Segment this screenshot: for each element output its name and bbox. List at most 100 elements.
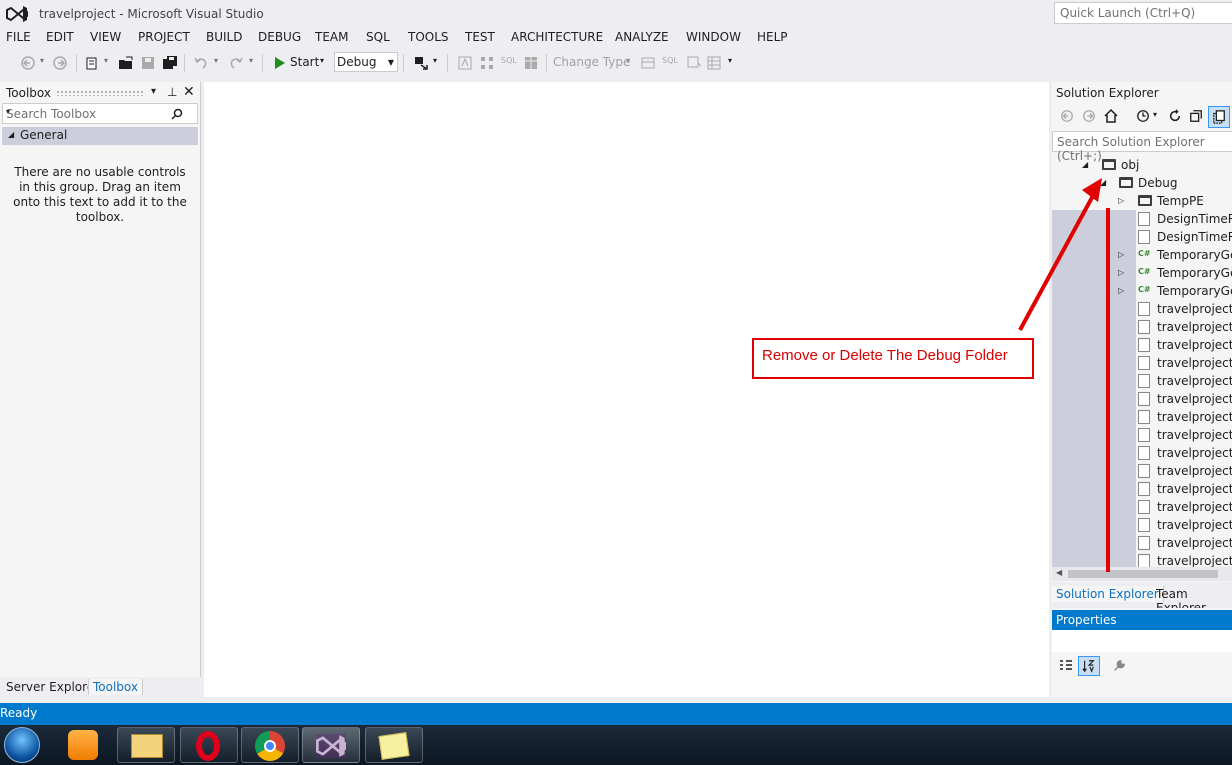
tree-item-label: travelproject.c: [1157, 392, 1232, 406]
menu-analyze[interactable]: ANALYZE: [615, 30, 669, 44]
file-icon: [1138, 500, 1150, 514]
grid-icon[interactable]: [479, 55, 495, 71]
sql-toolbar-label[interactable]: SQL: [501, 56, 517, 65]
refresh-icon[interactable]: [1168, 109, 1182, 123]
alphabetical-button[interactable]: [1078, 656, 1100, 676]
redo-dropdown-icon[interactable]: ▾: [249, 56, 253, 65]
back-icon[interactable]: [20, 55, 36, 71]
save-all-icon[interactable]: [162, 55, 178, 71]
tab-solution-explorer[interactable]: Solution Explorer: [1052, 586, 1164, 602]
file-icon: [1138, 410, 1150, 424]
properties-object-select[interactable]: [1052, 630, 1232, 652]
tree-item-label: travelproject.B: [1157, 338, 1232, 352]
start-button[interactable]: Start: [290, 55, 319, 69]
uc-browser-icon[interactable]: [58, 727, 110, 763]
panel-grip[interactable]: [56, 90, 144, 96]
sticky-notes-icon[interactable]: [365, 727, 423, 763]
right-panel-tabs: Solution Explorer Team Explorer: [1052, 584, 1232, 615]
quick-launch-input[interactable]: Quick Launch (Ctrl+Q): [1054, 2, 1232, 24]
properties-title: Properties: [1056, 613, 1117, 627]
collapse-all-icon[interactable]: [1189, 109, 1203, 123]
file-icon: [1138, 212, 1150, 226]
chrome-icon[interactable]: [241, 727, 299, 763]
file-icon: [1138, 320, 1150, 334]
menu-debug[interactable]: DEBUG: [258, 30, 301, 44]
save-icon[interactable]: [140, 55, 156, 71]
home-icon[interactable]: [1103, 108, 1119, 124]
change-type-button[interactable]: Change Type: [553, 55, 630, 69]
menu-team[interactable]: TEAM: [315, 30, 348, 44]
toolbar-separator: [76, 54, 77, 72]
back-dropdown-icon[interactable]: ▾: [40, 56, 44, 65]
menu-project[interactable]: PROJECT: [138, 30, 190, 44]
annotation-text: Remove or Delete The Debug Folder: [762, 347, 1008, 364]
redo-icon[interactable]: [228, 55, 244, 71]
schema-compare-icon[interactable]: [457, 55, 473, 71]
forward-icon[interactable]: [52, 55, 68, 71]
data-table-icon[interactable]: [706, 55, 722, 71]
show-all-files-button[interactable]: [1208, 106, 1230, 128]
open-file-icon[interactable]: [118, 55, 134, 71]
file-icon: [1138, 554, 1150, 567]
attach-process-icon[interactable]: [413, 55, 429, 71]
start-dropdown-icon[interactable]: ▾: [320, 56, 324, 65]
attach-dropdown-icon[interactable]: ▾: [433, 56, 437, 65]
file-icon: [1138, 392, 1150, 406]
file-icon: [1138, 356, 1150, 370]
left-panel-tabs: Server Explorer Toolbox: [0, 677, 201, 697]
menu-edit[interactable]: EDIT: [46, 30, 74, 44]
column-icon[interactable]: [640, 55, 656, 71]
categorized-icon[interactable]: [1058, 658, 1074, 674]
chevron-down-icon: ▼: [387, 58, 394, 67]
menu-help[interactable]: HELP: [757, 30, 788, 44]
menu-architecture[interactable]: ARCHITECTURE: [511, 30, 603, 44]
solution-explorer-toolbar: ▾: [1052, 106, 1232, 128]
sql-script-label[interactable]: SQL: [662, 56, 678, 65]
opera-icon[interactable]: [180, 727, 238, 763]
properties-title-bar[interactable]: Properties: [1052, 610, 1232, 630]
toolbar-separator: [184, 54, 185, 72]
toolbar-separator: [447, 54, 448, 72]
menu-build[interactable]: BUILD: [206, 30, 242, 44]
toolbox-group-general[interactable]: ◢ General: [2, 127, 198, 145]
menu-window[interactable]: WINDOW: [686, 30, 741, 44]
pin-icon[interactable]: ⊥: [167, 85, 177, 99]
table-icon[interactable]: [523, 55, 539, 71]
menu-view[interactable]: VIEW: [90, 30, 121, 44]
back-icon[interactable]: [1060, 109, 1074, 123]
toolbox-search-input[interactable]: Search Toolbox ▾: [2, 103, 198, 124]
panel-options-icon[interactable]: ▾: [151, 86, 156, 97]
search-options-icon[interactable]: ▾: [6, 107, 194, 116]
undo-icon[interactable]: [193, 55, 209, 71]
new-project-icon[interactable]: [84, 55, 100, 71]
file-icon: [1138, 446, 1150, 460]
close-icon[interactable]: ✕: [183, 84, 195, 100]
toolbar-separator: [403, 54, 404, 72]
pending-changes-icon[interactable]: [1136, 109, 1150, 123]
pending-changes-dropdown-icon[interactable]: ▾: [1153, 110, 1157, 119]
refresh-table-icon[interactable]: [686, 55, 702, 71]
tree-item-label: travelproject.p: [1157, 518, 1232, 532]
menu-test[interactable]: TEST: [465, 30, 495, 44]
tab-toolbox[interactable]: Toolbox: [88, 679, 143, 695]
start-debugging-icon[interactable]: [275, 57, 285, 69]
property-pages-wrench-icon[interactable]: [1112, 659, 1126, 673]
toolbar-overflow-icon[interactable]: ▾: [728, 56, 732, 65]
toolbox-group-label: General: [20, 128, 68, 142]
visual-studio-icon[interactable]: [302, 727, 360, 763]
menu-sql[interactable]: SQL: [366, 30, 390, 44]
undo-dropdown-icon[interactable]: ▾: [214, 56, 218, 65]
solution-configuration-value: Debug: [337, 55, 377, 69]
solution-configuration-select[interactable]: Debug ▼: [334, 52, 398, 72]
file-explorer-icon[interactable]: [117, 727, 175, 763]
start-orb-icon[interactable]: [4, 727, 40, 763]
forward-icon[interactable]: [1082, 109, 1096, 123]
menu-file[interactable]: FILE: [6, 30, 31, 44]
tree-item-label: travelproject.c: [1157, 356, 1232, 370]
menu-tools[interactable]: TOOLS: [408, 30, 449, 44]
new-project-dropdown-icon[interactable]: ▾: [104, 56, 108, 65]
csharp-file-icon: C#: [1138, 285, 1151, 294]
expanded-arrow-icon: ◢: [8, 130, 15, 139]
solution-explorer-search-input[interactable]: Search Solution Explorer (Ctrl+;): [1052, 131, 1232, 163]
show-all-files-icon: [1213, 110, 1225, 124]
